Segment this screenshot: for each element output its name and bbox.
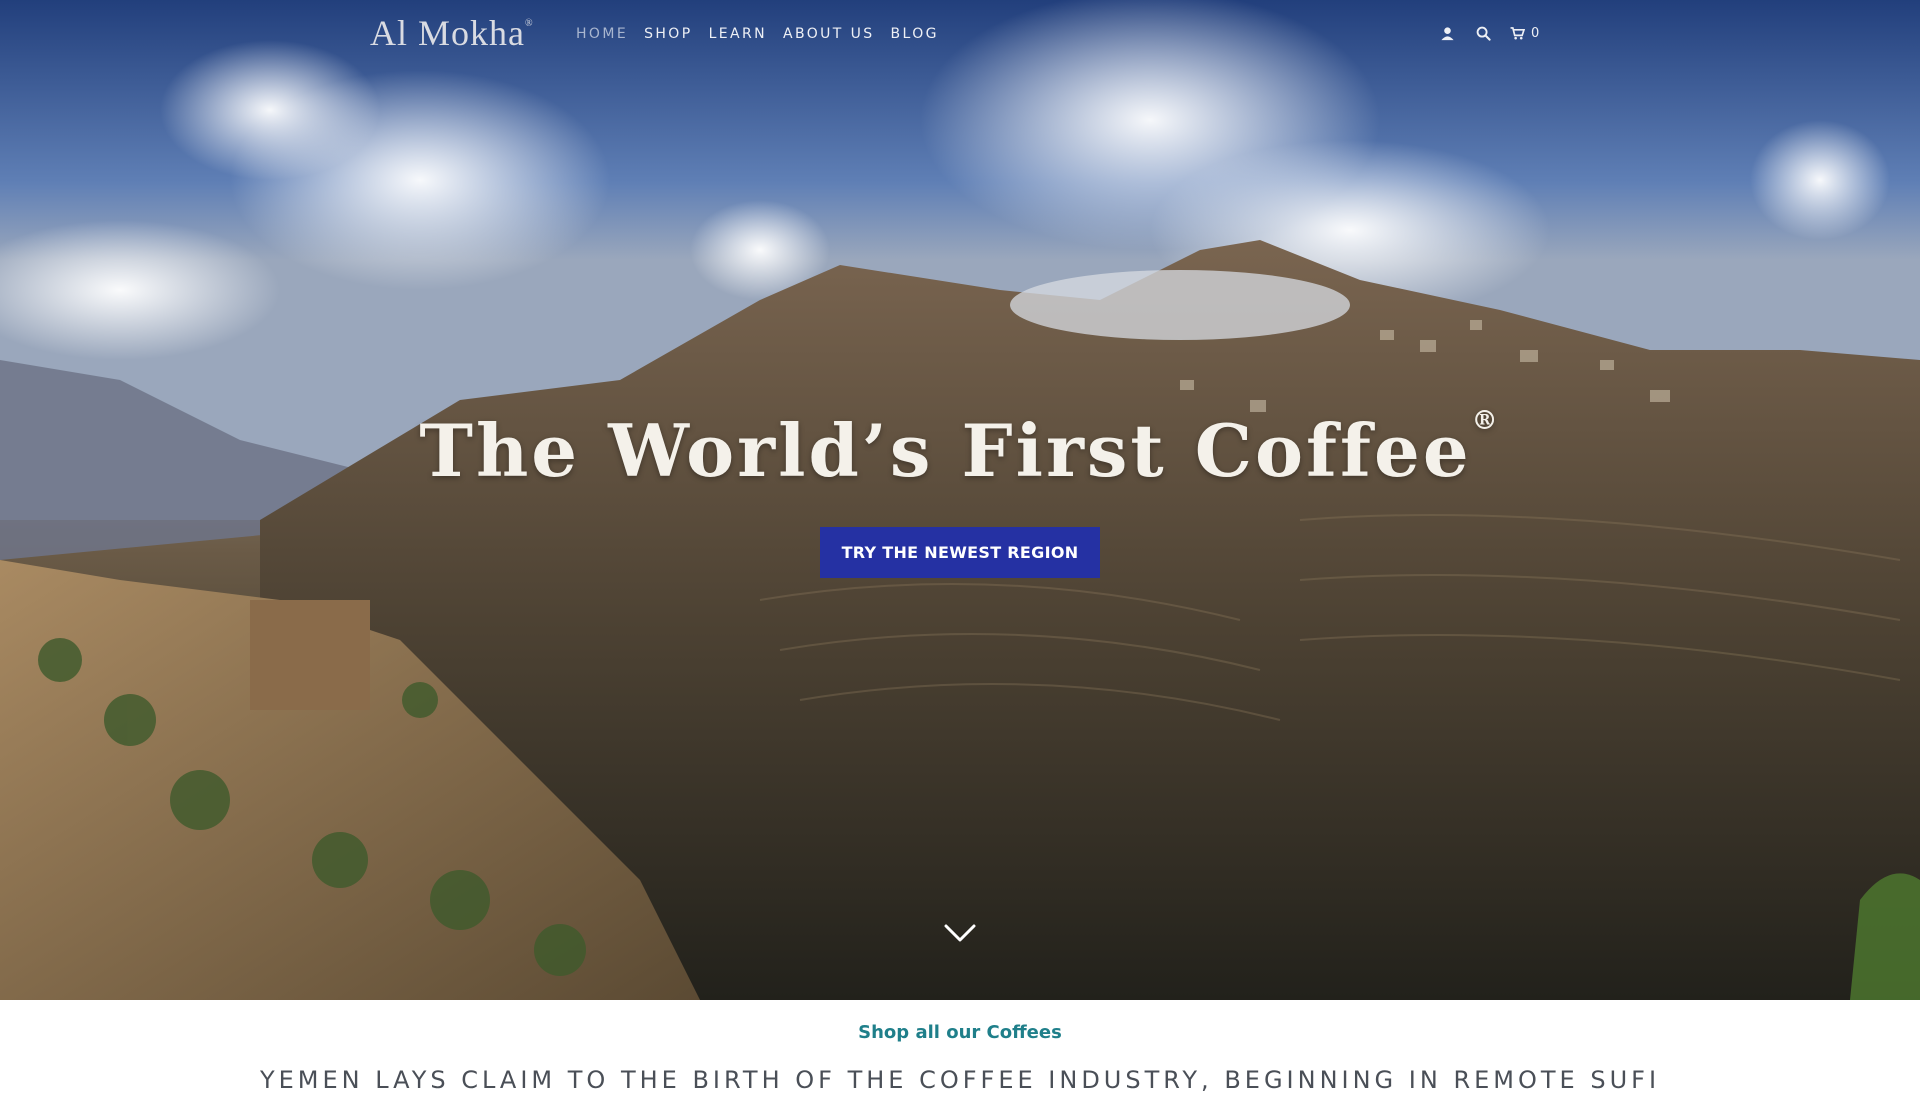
cart-button[interactable]: 0 [1510, 26, 1539, 41]
nav-item-shop[interactable]: SHOP [644, 26, 692, 42]
header-icons: 0 [1438, 24, 1539, 42]
hero-headline-text: The World’s First Coffee [419, 408, 1472, 493]
nav-item-home[interactable]: HOME [576, 26, 628, 42]
search-icon[interactable] [1474, 24, 1492, 42]
main-menu: HOME SHOP LEARN ABOUT US BLOG [576, 26, 955, 42]
cart-count: 0 [1531, 25, 1540, 41]
chevron-down-icon[interactable] [944, 922, 976, 944]
brand-logo[interactable]: Al Mokha® [370, 12, 534, 54]
nav-item-about-us[interactable]: ABOUT US [783, 26, 875, 42]
top-navigation: Al Mokha® HOME SHOP LEARN ABOUT US BLOG … [0, 0, 1920, 70]
hero-banner: Al Mokha® HOME SHOP LEARN ABOUT US BLOG … [0, 0, 1920, 1000]
logo-registered-mark: ® [525, 18, 534, 29]
try-newest-region-button[interactable]: TRY THE NEWEST REGION [820, 527, 1100, 578]
nav-item-learn[interactable]: LEARN [709, 26, 767, 42]
hero-background-image [0, 0, 1920, 1000]
shop-all-coffees-link[interactable]: Shop all our Coffees [0, 1022, 1920, 1043]
intro-text: YEMEN LAYS CLAIM TO THE BIRTH OF THE COF… [259, 1066, 1661, 1094]
logo-text: Al Mokha [370, 13, 525, 53]
hero-headline: The World’s First Coffee® [0, 406, 1920, 493]
cart-icon [1510, 26, 1525, 39]
nav-item-blog[interactable]: BLOG [891, 26, 939, 42]
intro-section: Shop all our Coffees YEMEN LAYS CLAIM TO… [0, 1000, 1920, 1094]
headline-registered-mark: ® [1471, 406, 1501, 436]
user-icon[interactable] [1438, 24, 1456, 42]
